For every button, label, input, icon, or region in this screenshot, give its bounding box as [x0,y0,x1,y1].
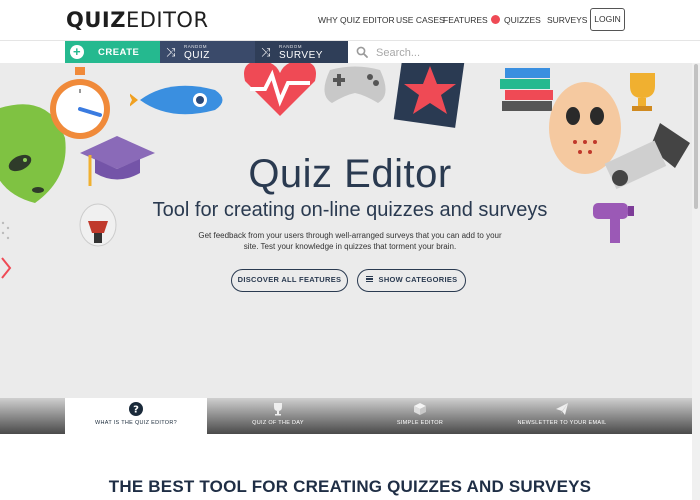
tab-simple-editor[interactable]: SIMPLE EDITOR [349,398,491,434]
tab-label: QUIZ OF THE DAY [252,420,304,426]
toolbar: + CREATE ⤨ RANDOM QUIZ ⤨ RANDOM SURVEY [0,40,700,64]
shuffle-icon: ⤨ [166,45,176,59]
gamepad-icon [324,66,386,103]
menu-icon [365,276,373,282]
nav-surveys[interactable]: SURVEYS [547,15,587,25]
nav-why-quiz-editor[interactable]: WHY QUIZ EDITOR [318,15,395,25]
nav-features[interactable]: FEATURES [443,15,488,25]
star-badge-icon [393,63,465,128]
rocket-icon [130,85,223,115]
nav-quizzes-label: QUIZZES [504,15,541,25]
random-survey-label: SURVEY [279,50,323,61]
login-button[interactable]: LOGIN [590,8,625,31]
random-quiz-small-label: RANDOM [184,44,207,49]
pattern-decor-icon [1,221,12,279]
create-button[interactable]: + CREATE [65,41,160,64]
tab-label: NEWSLETTER TO YOUR EMAIL [517,420,607,426]
plus-icon: + [70,45,84,59]
hero-section: Quiz Editor Tool for creating on-line qu… [0,63,700,398]
logo-rest: EDITOR [125,8,209,32]
show-categories-label: SHOW CATEGORIES [378,275,458,284]
random-quiz-button[interactable]: ⤨ RANDOM QUIZ [160,41,255,64]
tab-what-is-quiz-editor[interactable]: ? WHAT IS THE QUIZ EDITOR? [65,398,207,434]
section-heading: THE BEST TOOL FOR CREATING QUIZZES AND S… [108,477,592,496]
shuffle-icon: ⤨ [261,45,271,59]
tab-newsletter[interactable]: NEWSLETTER TO YOUR EMAIL [491,398,633,434]
hero-subtitle: Tool for creating on-line quizzes and su… [152,199,548,221]
tab-label: SIMPLE EDITOR [396,420,444,426]
random-survey-small-label: RANDOM [279,44,302,49]
create-label: CREATE [98,47,140,58]
random-quiz-label: QUIZ [184,50,210,61]
trophy-decor-icon [630,73,655,111]
svg-text:?: ? [133,405,139,416]
search-icon[interactable] [356,46,368,58]
search-input[interactable] [376,45,676,60]
heart-icon [244,63,316,116]
question-icon: ? [129,402,143,416]
tab-quiz-of-the-day[interactable]: QUIZ OF THE DAY [207,398,349,434]
nav-use-cases[interactable]: USE CASES [396,15,445,25]
logo[interactable]: QUIZEDITOR [66,8,209,32]
scrollbar-thumb[interactable] [694,64,698,209]
site-header: QUIZEDITOR WHY QUIZ EDITOR USE CASES FEA… [0,0,700,40]
show-categories-button[interactable]: SHOW CATEGORIES [357,269,466,292]
trophy-icon [274,403,282,416]
tab-label: WHAT IS THE QUIZ EDITOR? [95,420,177,426]
hero-description: Get feedback from your users through wel… [198,231,502,251]
search-bar [348,41,700,64]
discover-features-button[interactable]: DISCOVER ALL FEATURES [231,269,348,292]
logo-bold: QUIZ [66,8,126,32]
hero-title: Quiz Editor [248,152,452,196]
random-survey-button[interactable]: ⤨ RANDOM SURVEY [255,41,348,64]
box-icon [414,403,426,415]
nav-quizzes[interactable]: QUIZZES [491,15,541,25]
paper-plane-icon [556,403,568,415]
quizzes-dot-icon [491,15,500,24]
